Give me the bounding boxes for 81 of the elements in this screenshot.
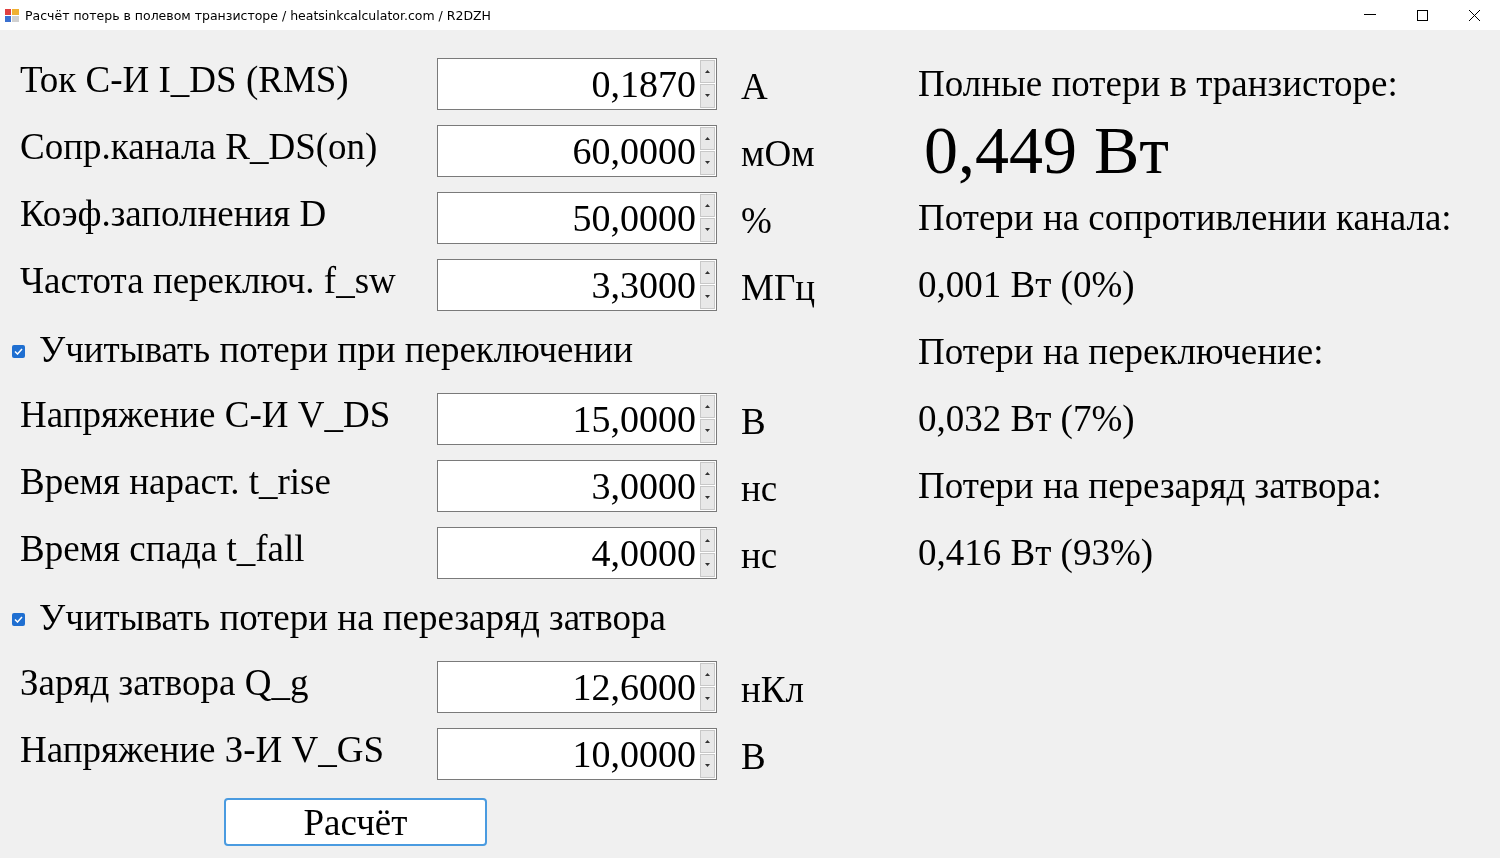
up-arrow-icon: [705, 471, 710, 475]
unit-label: %: [741, 199, 772, 242]
maximize-icon: [1416, 9, 1428, 21]
spin-down-button[interactable]: [700, 754, 715, 778]
number-field[interactable]: 4,0000: [437, 526, 717, 579]
app-icon: [4, 7, 20, 23]
down-arrow-icon: [705, 161, 710, 165]
spin-up-button[interactable]: [700, 59, 715, 83]
up-arrow-icon: [705, 270, 710, 274]
unit-label: В: [741, 400, 766, 443]
up-arrow-icon: [705, 404, 710, 408]
number-field[interactable]: 3,3000: [437, 258, 717, 311]
spin-down-button[interactable]: [700, 218, 715, 242]
result-heading: Потери на сопротивлении канала:: [918, 196, 1452, 239]
unit-label: нКл: [741, 668, 804, 711]
spin-down-button[interactable]: [700, 553, 715, 577]
checkbox-label: Учитывать потери на перезаряд затвора: [39, 596, 666, 639]
number-field[interactable]: 15,0000: [437, 392, 717, 445]
up-arrow-icon: [705, 739, 710, 743]
unit-label: мОм: [741, 132, 815, 175]
checkbox[interactable]: [12, 345, 25, 358]
spin-down-button[interactable]: [700, 419, 715, 443]
checkbox-label: Учитывать потери при переключении: [39, 328, 633, 371]
up-arrow-icon: [705, 136, 710, 140]
field-label: Коэф.заполнения D: [19, 192, 328, 235]
field-label: Заряд затвора Q_g: [19, 661, 310, 704]
down-arrow-icon: [705, 764, 710, 768]
spin-up-button[interactable]: [700, 193, 715, 217]
minimize-icon: [1364, 14, 1376, 16]
result-value: 0,001 Вт (0%): [918, 263, 1135, 306]
field-label: Напряжение С-И V_DS: [19, 393, 392, 436]
unit-label: нс: [741, 534, 778, 577]
result-value: 0,416 Вт (93%): [918, 531, 1154, 574]
result-heading: Потери на переключение:: [918, 330, 1324, 373]
field-label: Напряжение З-И V_GS: [19, 728, 386, 771]
spin-down-button[interactable]: [700, 687, 715, 711]
down-arrow-icon: [705, 295, 710, 299]
down-arrow-icon: [705, 563, 710, 567]
spin-down-button[interactable]: [700, 285, 715, 309]
spin-up-button[interactable]: [700, 662, 715, 686]
field-label: Время спада t_fall: [19, 527, 306, 570]
spin-up-button[interactable]: [700, 528, 715, 552]
field-label: Сопр.канала R_DS(on): [19, 125, 379, 168]
spin-down-button[interactable]: [700, 151, 715, 175]
window-title: Расчёт потерь в полевом транзисторе / heatsinkcalculator.com / R2DZH: [25, 7, 492, 23]
spin-down-button[interactable]: [700, 486, 715, 510]
calculate-button[interactable]: Расчёт: [224, 798, 487, 846]
spin-up-button[interactable]: [700, 126, 715, 150]
result-heading: Потери на перезаряд затвора:: [918, 464, 1382, 507]
up-arrow-icon: [705, 672, 710, 676]
up-arrow-icon: [705, 538, 710, 542]
down-arrow-icon: [705, 94, 710, 98]
number-field[interactable]: 60,0000: [437, 124, 717, 177]
down-arrow-icon: [705, 429, 710, 433]
down-arrow-icon: [705, 496, 710, 500]
field-label: Время нараст. t_rise: [19, 460, 332, 503]
number-field[interactable]: 12,6000: [437, 660, 717, 713]
spin-up-button[interactable]: [700, 461, 715, 485]
up-arrow-icon: [705, 203, 710, 207]
result-value: 0,032 Вт (7%): [918, 397, 1135, 440]
number-field[interactable]: 3,0000: [437, 459, 717, 512]
result-heading: Полные потери в транзисторе:: [918, 62, 1398, 105]
close-icon: [1468, 9, 1480, 21]
up-arrow-icon: [705, 69, 710, 73]
down-arrow-icon: [705, 697, 710, 701]
field-label: Ток С-И I_DS (RMS): [19, 58, 350, 101]
checkbox[interactable]: [12, 613, 25, 626]
down-arrow-icon: [705, 228, 710, 232]
number-field[interactable]: 10,0000: [437, 727, 717, 780]
number-field[interactable]: 0,1870: [437, 57, 717, 110]
unit-label: МГц: [741, 266, 816, 309]
spin-down-button[interactable]: [700, 84, 715, 108]
total-loss-value: 0,449 Вт: [924, 111, 1170, 190]
spin-up-button[interactable]: [700, 729, 715, 753]
unit-label: В: [741, 735, 766, 778]
unit-label: А: [741, 65, 768, 108]
unit-label: нс: [741, 467, 778, 510]
spin-up-button[interactable]: [700, 260, 715, 284]
number-field[interactable]: 50,0000: [437, 191, 717, 244]
field-label: Частота переключ. f_sw: [19, 259, 397, 302]
spin-up-button[interactable]: [700, 394, 715, 418]
